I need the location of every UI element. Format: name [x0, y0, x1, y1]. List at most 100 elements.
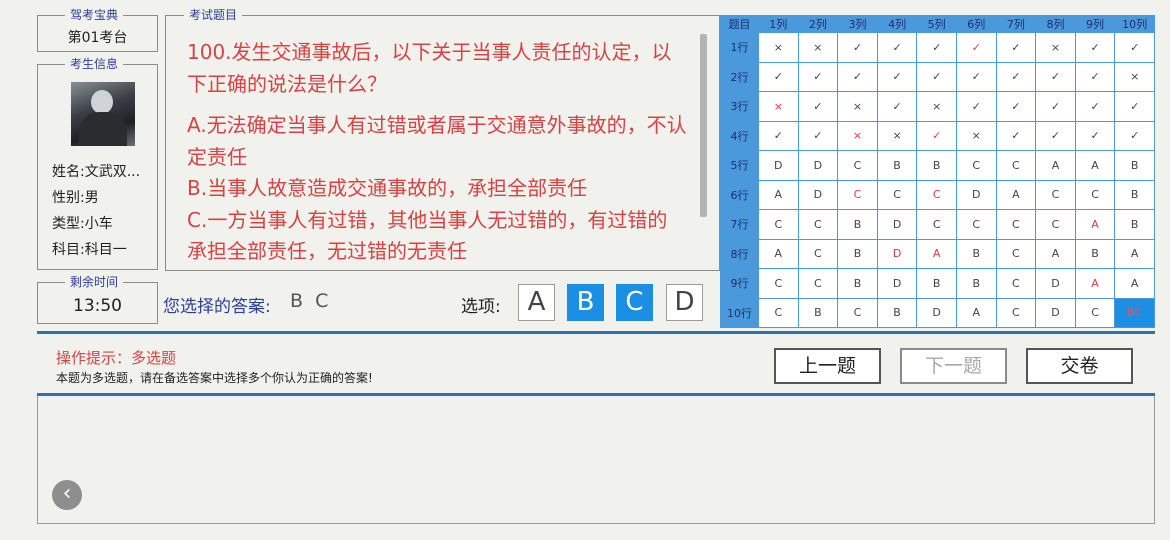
- grid-cell[interactable]: ✓: [1074, 61, 1116, 92]
- grid-cell[interactable]: A: [758, 238, 799, 269]
- grid-cell[interactable]: C: [916, 179, 957, 210]
- grid-cell[interactable]: B: [1114, 150, 1155, 181]
- grid-cell[interactable]: ×: [837, 120, 878, 151]
- grid-cell[interactable]: A: [1074, 150, 1116, 181]
- grid-cell[interactable]: D: [916, 297, 957, 328]
- grid-cell[interactable]: ✓: [1074, 91, 1116, 122]
- grid-cell[interactable]: ✓: [916, 120, 957, 151]
- grid-cell[interactable]: D: [876, 209, 918, 240]
- grid-cell[interactable]: C: [1035, 179, 1076, 210]
- question-scrollbar[interactable]: [700, 34, 707, 217]
- grid-cell[interactable]: ✓: [995, 120, 1037, 151]
- grid-cell[interactable]: B: [955, 268, 997, 299]
- grid-cell[interactable]: A: [1074, 209, 1116, 240]
- choice-a-button[interactable]: A: [518, 284, 555, 321]
- grid-cell[interactable]: C: [995, 238, 1037, 269]
- grid-cell[interactable]: ✓: [1035, 91, 1076, 122]
- grid-cell[interactable]: BC: [1114, 297, 1155, 328]
- choice-b-button[interactable]: B: [567, 284, 604, 321]
- grid-cell[interactable]: ✓: [797, 91, 839, 122]
- grid-cell[interactable]: B: [916, 150, 957, 181]
- grid-cell[interactable]: C: [758, 268, 799, 299]
- grid-cell[interactable]: ✓: [758, 120, 799, 151]
- choice-d-button[interactable]: D: [666, 284, 703, 321]
- grid-cell[interactable]: ✓: [797, 61, 839, 92]
- grid-cell[interactable]: B: [797, 297, 839, 328]
- grid-cell[interactable]: ✓: [1074, 120, 1116, 151]
- grid-cell[interactable]: C: [758, 297, 799, 328]
- grid-cell[interactable]: ✓: [955, 61, 997, 92]
- grid-cell[interactable]: B: [876, 150, 918, 181]
- grid-cell[interactable]: C: [837, 179, 878, 210]
- grid-cell[interactable]: C: [837, 150, 878, 181]
- grid-cell[interactable]: B: [916, 268, 957, 299]
- grid-cell[interactable]: A: [1114, 268, 1155, 299]
- grid-cell[interactable]: ✓: [797, 120, 839, 151]
- grid-cell[interactable]: B: [837, 268, 878, 299]
- grid-cell[interactable]: ✓: [876, 61, 918, 92]
- grid-cell[interactable]: D: [1035, 297, 1076, 328]
- grid-cell[interactable]: A: [1114, 238, 1155, 269]
- submit-exam-button[interactable]: 交卷: [1026, 348, 1133, 384]
- grid-cell[interactable]: A: [1035, 150, 1076, 181]
- grid-cell[interactable]: ×: [916, 91, 957, 122]
- grid-cell[interactable]: B: [1114, 209, 1155, 240]
- grid-cell[interactable]: ✓: [955, 91, 997, 122]
- grid-cell[interactable]: ×: [1035, 32, 1076, 63]
- grid-cell[interactable]: ✓: [1114, 32, 1155, 63]
- grid-cell[interactable]: C: [955, 209, 997, 240]
- grid-cell[interactable]: ✓: [1114, 120, 1155, 151]
- grid-cell[interactable]: ✓: [837, 61, 878, 92]
- grid-cell[interactable]: ×: [1114, 61, 1155, 92]
- grid-cell[interactable]: A: [1074, 268, 1116, 299]
- grid-cell[interactable]: ✓: [995, 91, 1037, 122]
- grid-cell[interactable]: ×: [797, 32, 839, 63]
- grid-cell[interactable]: C: [876, 179, 918, 210]
- grid-cell[interactable]: B: [955, 238, 997, 269]
- grid-cell[interactable]: C: [1074, 297, 1116, 328]
- grid-cell[interactable]: C: [995, 150, 1037, 181]
- grid-cell[interactable]: ✓: [876, 91, 918, 122]
- grid-cell[interactable]: ×: [876, 120, 918, 151]
- grid-cell[interactable]: D: [1035, 268, 1076, 299]
- grid-cell[interactable]: B: [1074, 238, 1116, 269]
- grid-cell[interactable]: D: [876, 268, 918, 299]
- grid-cell[interactable]: A: [955, 297, 997, 328]
- grid-cell[interactable]: ✓: [837, 32, 878, 63]
- grid-cell[interactable]: C: [797, 268, 839, 299]
- grid-cell[interactable]: ×: [837, 91, 878, 122]
- grid-cell[interactable]: D: [797, 179, 839, 210]
- prev-question-button[interactable]: 上一题: [774, 348, 881, 384]
- grid-cell[interactable]: D: [955, 179, 997, 210]
- grid-cell[interactable]: ✓: [955, 32, 997, 63]
- grid-cell[interactable]: ✓: [1035, 120, 1076, 151]
- grid-cell[interactable]: C: [1074, 179, 1116, 210]
- grid-cell[interactable]: B: [837, 209, 878, 240]
- grid-cell[interactable]: C: [995, 209, 1037, 240]
- grid-cell[interactable]: C: [916, 209, 957, 240]
- grid-cell[interactable]: ✓: [758, 61, 799, 92]
- grid-cell[interactable]: C: [797, 238, 839, 269]
- grid-cell[interactable]: C: [1035, 209, 1076, 240]
- grid-cell[interactable]: ✓: [916, 32, 957, 63]
- grid-cell[interactable]: C: [995, 297, 1037, 328]
- grid-cell[interactable]: ×: [758, 32, 799, 63]
- grid-cell[interactable]: ✓: [916, 61, 957, 92]
- grid-cell[interactable]: D: [758, 150, 799, 181]
- grid-cell[interactable]: A: [1035, 238, 1076, 269]
- grid-cell[interactable]: A: [758, 179, 799, 210]
- grid-cell[interactable]: ×: [955, 120, 997, 151]
- grid-cell[interactable]: C: [758, 209, 799, 240]
- choice-c-button[interactable]: C: [616, 284, 653, 321]
- grid-cell[interactable]: B: [876, 297, 918, 328]
- grid-cell[interactable]: ✓: [1074, 32, 1116, 63]
- grid-cell[interactable]: D: [876, 238, 918, 269]
- next-question-button[interactable]: 下一题: [900, 348, 1007, 384]
- grid-cell[interactable]: ✓: [995, 32, 1037, 63]
- grid-cell[interactable]: ✓: [1114, 91, 1155, 122]
- grid-cell[interactable]: C: [955, 150, 997, 181]
- grid-cell[interactable]: C: [837, 297, 878, 328]
- grid-cell[interactable]: ✓: [995, 61, 1037, 92]
- grid-cell[interactable]: A: [995, 179, 1037, 210]
- grid-cell[interactable]: A: [916, 238, 957, 269]
